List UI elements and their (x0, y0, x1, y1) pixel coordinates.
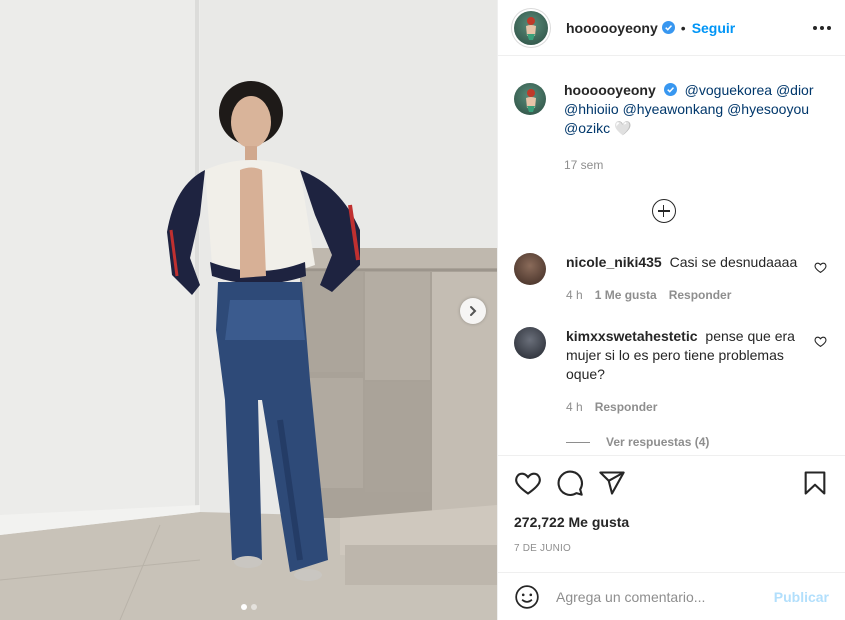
comment-time[interactable]: 4 h (566, 286, 583, 305)
action-icons (514, 468, 829, 498)
load-more-comments[interactable] (498, 199, 829, 223)
comment-meta: 4 h Responder (566, 398, 806, 417)
caption-emoji: 🤍 (614, 120, 632, 136)
follow-button[interactable]: Seguir (692, 20, 736, 36)
replies-divider (566, 441, 590, 443)
heart-icon[interactable] (514, 469, 542, 497)
carousel-indicator (0, 604, 497, 610)
mention-link[interactable]: @hhioiio (564, 101, 619, 117)
caption-avatar[interactable] (514, 83, 546, 115)
add-comment-bar: Publicar (498, 572, 845, 620)
mention-link[interactable]: @hyesooyou (727, 101, 809, 117)
comment-body: kimxxswetahestetic pense que era mujer s… (566, 327, 806, 417)
more-options-icon[interactable] (813, 25, 831, 30)
mention-link[interactable]: @ozikc (564, 120, 610, 136)
post-media[interactable] (0, 0, 497, 620)
chevron-right-icon (470, 306, 477, 316)
reply-button[interactable]: Responder (595, 398, 658, 417)
caption-username[interactable]: hoooooyeony (564, 82, 656, 98)
mention-link[interactable]: @dior (776, 82, 814, 98)
heart-icon[interactable] (814, 261, 827, 274)
verified-badge-icon (661, 21, 675, 34)
emoji-icon[interactable] (514, 584, 540, 610)
author-username[interactable]: hoooooyeony (566, 20, 658, 36)
instagram-post: hoooooyeony • Seguir hoooooyeony @voguek… (0, 0, 845, 620)
carousel-dot-active (240, 604, 247, 610)
view-replies-button[interactable]: Ver respuestas (4) (566, 435, 829, 449)
comment-item: kimxxswetahestetic pense que era mujer s… (514, 327, 829, 417)
comment-text: Casi se desnudaaaa (669, 254, 798, 270)
bookmark-icon[interactable] (801, 469, 829, 497)
mention-link[interactable]: @voguekorea (685, 82, 772, 98)
verified-badge-icon (663, 83, 677, 96)
caption: hoooooyeony @voguekorea @dior @hhioiio @… (514, 81, 829, 175)
carousel-dot (250, 604, 257, 610)
avatar-image (526, 89, 536, 112)
commenter-avatar[interactable] (514, 253, 546, 285)
comment-likes[interactable]: 1 Me gusta (595, 286, 657, 305)
mention-link[interactable]: @hyeawonkang (623, 101, 724, 117)
comment-time[interactable]: 4 h (566, 398, 583, 417)
post-actions: 272,722 Me gusta 7 DE JUNIO (498, 455, 845, 554)
comment-username[interactable]: kimxxswetahestetic (566, 328, 698, 344)
post-side-panel: hoooooyeony • Seguir hoooooyeony @voguek… (497, 0, 845, 620)
comment-bubble-icon[interactable] (556, 469, 584, 497)
author-avatar[interactable] (514, 10, 548, 45)
heart-icon[interactable] (814, 335, 827, 348)
commenter-avatar[interactable] (514, 327, 546, 359)
paper-plane-icon[interactable] (598, 469, 626, 497)
comment-item: nicole_niki435 Casi se desnudaaaa 4 h 1 … (514, 253, 829, 305)
comment-body: nicole_niki435 Casi se desnudaaaa 4 h 1 … (566, 253, 806, 305)
header-separator: • (680, 19, 686, 36)
post-photo (0, 0, 497, 620)
comments-list[interactable]: hoooooyeony @voguekorea @dior @hhioiio @… (498, 57, 845, 455)
caption-time[interactable]: 17 sem (564, 156, 824, 175)
post-header: hoooooyeony • Seguir (498, 0, 845, 56)
avatar-image (526, 16, 536, 40)
post-date[interactable]: 7 DE JUNIO (514, 543, 829, 554)
comment-input[interactable] (556, 588, 774, 605)
likes-count[interactable]: 272,722 Me gusta (514, 514, 829, 530)
view-replies-label[interactable]: Ver respuestas (4) (606, 435, 709, 449)
reply-button[interactable]: Responder (669, 286, 732, 305)
comment-meta: 4 h 1 Me gusta Responder (566, 286, 806, 305)
caption-text: hoooooyeony @voguekorea @dior @hhioiio @… (564, 81, 824, 175)
publish-button[interactable]: Publicar (774, 589, 829, 605)
comment-username[interactable]: nicole_niki435 (566, 254, 662, 270)
plus-circle-icon[interactable] (651, 199, 676, 223)
carousel-next-button[interactable] (460, 298, 486, 324)
